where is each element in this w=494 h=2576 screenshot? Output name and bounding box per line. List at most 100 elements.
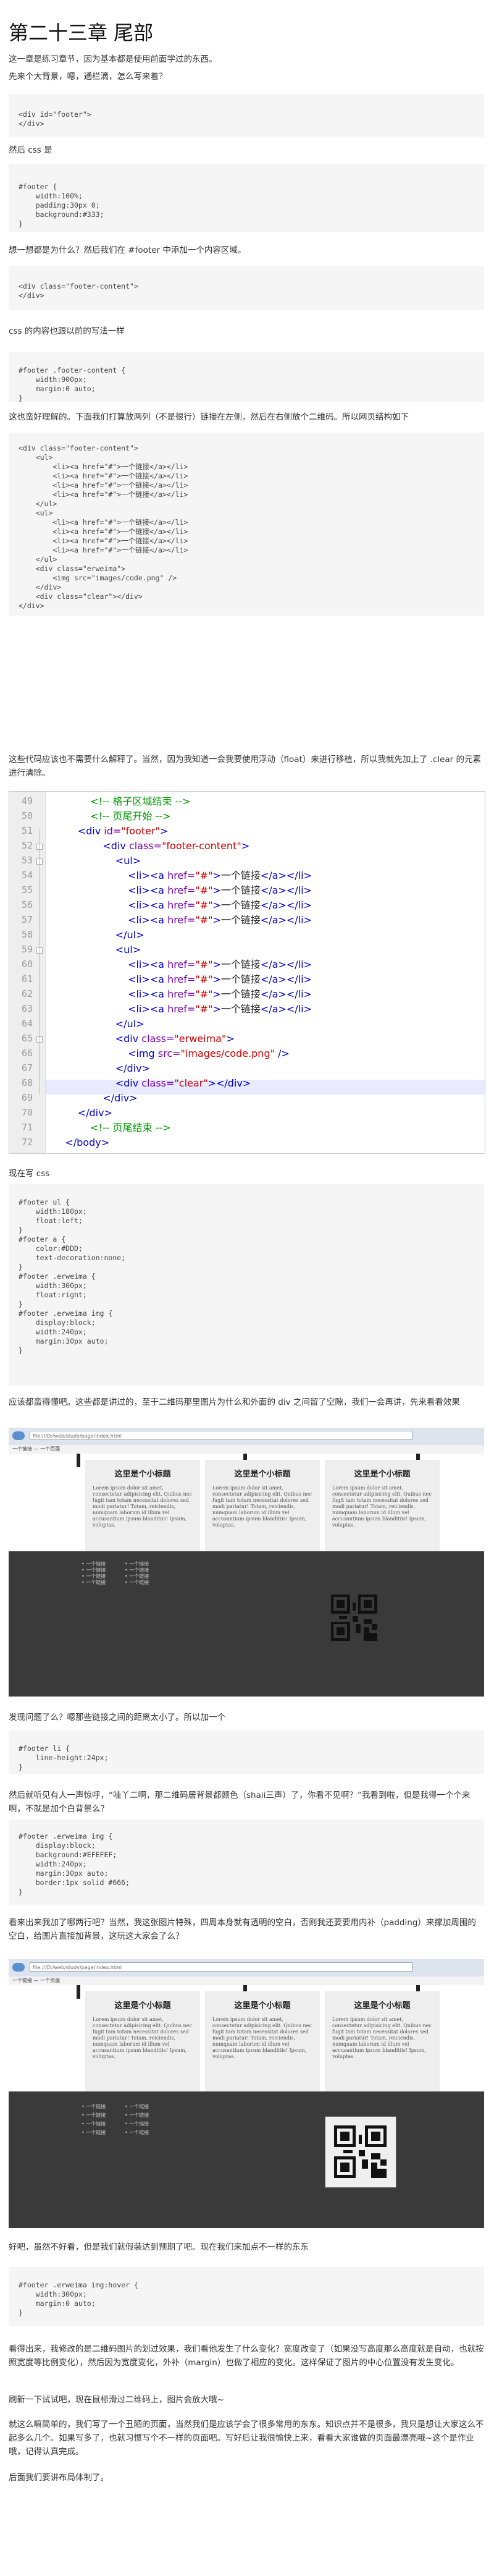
paragraph: 这一章是练习章节，因为基本都是使用前面学过的东西。 <box>9 54 217 64</box>
tag: <li><a <box>128 959 168 970</box>
tag: <li><a <box>128 870 168 881</box>
content-box: 这里是个小标题 Lorem ipsum dolor sit amet, conse… <box>85 1460 200 1551</box>
paragraph: 看得出来，我修改的是二维码图片的划过效果，我们看他发生了什么变化？宽度改变了（如… <box>9 2344 484 2368</box>
code-block: #footer .erweima img:hover { width:300px… <box>9 2267 484 2326</box>
line-number: 55 <box>21 884 33 896</box>
tag: </body> <box>65 1137 110 1148</box>
attribute: class= <box>141 1077 175 1089</box>
code-line: <!-- 页尾结束 --> <box>52 1122 171 1133</box>
code-line: </ul> <box>52 929 144 941</box>
paragraph: 应该都蛮得懂吧。这些都是讲过的，至于二维码那里图片为什么和外面的 div 之间留… <box>9 1397 460 1407</box>
line-number: 54 <box>21 870 33 881</box>
fold-guide <box>39 829 40 1095</box>
line-number: 53 <box>21 855 33 866</box>
paragraph: css 的内容也跟以前的写法一样 <box>9 326 125 336</box>
pin-icon <box>77 1454 80 1467</box>
line-number: 65 <box>21 1033 33 1044</box>
tag: > <box>212 1003 221 1015</box>
line-number: 64 <box>21 1018 33 1029</box>
fold-toggle-icon[interactable] <box>36 858 43 865</box>
code-line: </div> <box>52 1092 137 1104</box>
qr-module <box>359 2150 365 2156</box>
attribute: href= <box>167 973 196 985</box>
attribute-value: "#" <box>195 899 213 911</box>
link-text: 一个链接 <box>220 870 261 881</box>
attribute: href= <box>167 959 196 970</box>
browser-screenshot: file:///D:/web/study/page/index.html 一个链… <box>9 1959 484 2228</box>
footer-preview: • 一个链接 • 一个链接 • 一个链接 • 一个链接 • 一个链接 • 一个链… <box>9 1551 484 1697</box>
attribute: href= <box>167 988 196 1000</box>
code-line: </body> <box>52 1137 109 1148</box>
tag: </a></li> <box>260 988 312 1000</box>
qr-module <box>362 2159 368 2169</box>
attribute-value: "images/code.png" <box>180 1048 275 1059</box>
attribute: src= <box>157 1048 181 1059</box>
qr-module <box>343 2150 353 2153</box>
code-block: #footer .erweima img { display:block; ba… <box>9 1820 484 1905</box>
code-line: <li><a href="#">一个链接</a></li> <box>52 1003 312 1015</box>
paragraph: 刷新一下试试吧，现在鼠标滑过二维码上，图片会放大哦~ <box>9 2395 224 2405</box>
tag: <li><a <box>128 914 168 926</box>
line-number: 68 <box>21 1077 33 1088</box>
tag: > <box>226 1033 235 1044</box>
code-line: <!-- 格子区域结束 --> <box>52 795 191 807</box>
tag: > <box>212 884 221 896</box>
address-bar: file:///D:/web/study/page/index.html <box>30 1431 412 1440</box>
qr-finder-core <box>371 2132 380 2141</box>
line-number: 57 <box>21 914 33 925</box>
link-column: • 一个链接 • 一个链接 • 一个链接 • 一个链接 <box>82 2104 106 2135</box>
attribute-value: "#" <box>195 959 213 970</box>
tag: </a></li> <box>260 884 312 896</box>
attribute-value: "erweima" <box>174 1033 227 1044</box>
link-text: 一个链接 <box>220 988 261 1000</box>
fold-toggle-icon[interactable] <box>36 844 43 850</box>
tag: </a></li> <box>260 973 312 985</box>
tag: </a></li> <box>260 870 312 881</box>
code-line: <li><a href="#">一个链接</a></li> <box>52 884 312 896</box>
tag: > <box>159 825 169 837</box>
tag: </ul> <box>115 1018 144 1030</box>
attribute-value: "footer" <box>121 825 160 837</box>
code-line: <li><a href="#">一个链接</a></li> <box>52 959 312 970</box>
line-number: 69 <box>21 1092 33 1103</box>
line-number: 62 <box>21 988 33 999</box>
tag: > <box>212 988 221 1000</box>
link-text: 一个链接 <box>220 959 261 970</box>
attribute: href= <box>167 884 196 896</box>
line-number: 71 <box>21 1122 33 1133</box>
paragraph: 看来出来我加了哪两行吧？当然，我这张图片特殊，四周本身就有透明的空白，否则我还要… <box>9 1918 476 1941</box>
tag: </div> <box>115 1062 150 1074</box>
tag: > <box>212 959 221 970</box>
tag: </a></li> <box>260 959 312 970</box>
qr-module <box>355 1624 361 1633</box>
tag: <div <box>103 840 129 852</box>
fold-toggle-icon[interactable] <box>36 1036 43 1043</box>
fold-toggle-icon[interactable] <box>36 947 43 954</box>
qr-finder-core <box>340 2132 350 2141</box>
code-line: <ul> <box>52 944 141 955</box>
paragraph: 发现问题了么？嗯那些链接之间的距离太小了。所以加一个 <box>9 1713 225 1722</box>
attribute-value: "#" <box>195 1003 213 1015</box>
tag: <div <box>115 1033 142 1044</box>
qr-module <box>369 1632 377 1641</box>
tag: <li><a <box>128 1003 168 1015</box>
tag: <ul> <box>115 855 141 866</box>
link-column: • 一个链接 • 一个链接 • 一个链接 • 一个链接 <box>125 2104 149 2135</box>
qr-finder-core <box>336 1599 345 1608</box>
tag: <li><a <box>128 988 168 1000</box>
tag: </a></li> <box>260 899 312 911</box>
qr-module <box>339 1616 348 1619</box>
line-number: 56 <box>21 899 33 910</box>
code-block: #footer .footer-content { width:900px; m… <box>9 352 484 402</box>
